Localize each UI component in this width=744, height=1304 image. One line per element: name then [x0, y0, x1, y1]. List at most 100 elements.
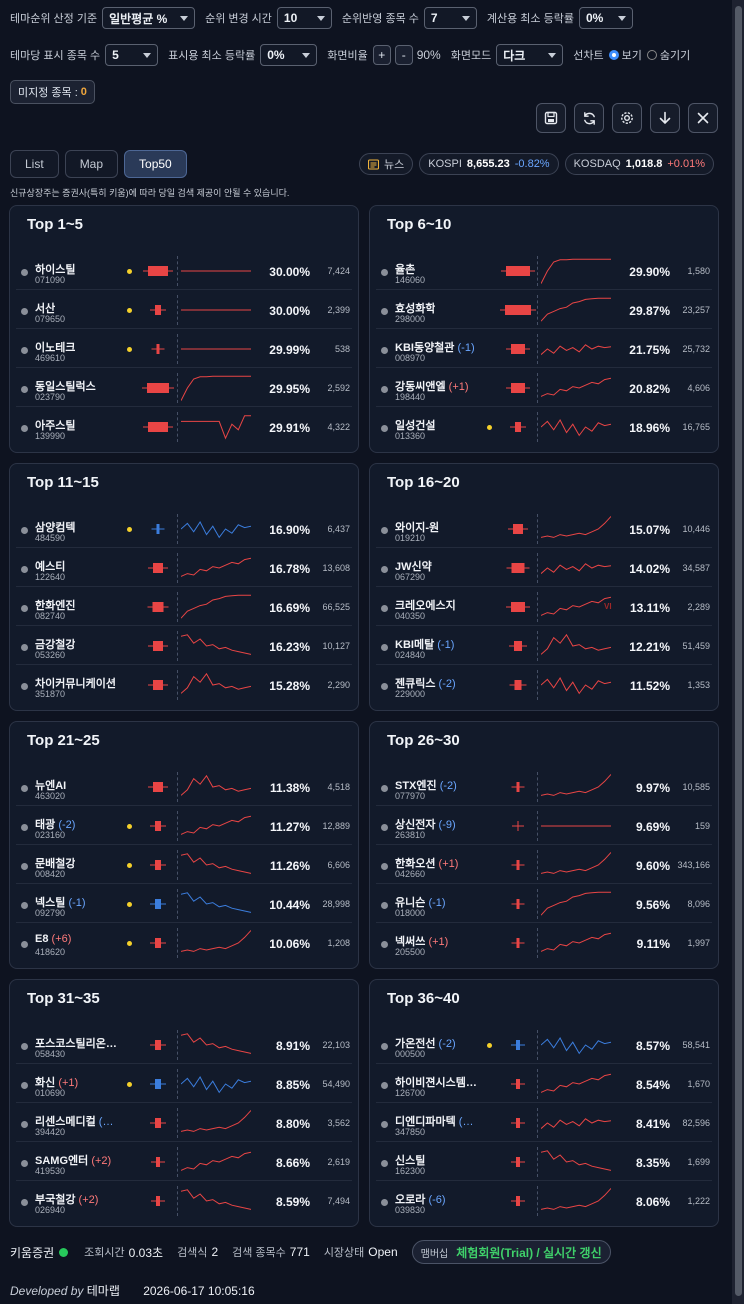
display-count-select[interactable]: 5: [105, 44, 159, 66]
stock-row[interactable]: 크레오에스지 040350 VI 13.11% 2,289: [376, 588, 712, 626]
stock-row[interactable]: JW신약 067290 14.02% 34,587: [376, 549, 712, 587]
market-status-value: Open: [368, 1245, 398, 1259]
news-button[interactable]: 뉴스: [359, 153, 414, 175]
tab-map[interactable]: Map: [64, 150, 119, 178]
stock-row[interactable]: 효성화학 298000 29.87% 23,257: [376, 291, 712, 329]
stock-row[interactable]: SAMG엔터 (+2) 419530 8.66% 2,619: [16, 1143, 352, 1181]
stock-row[interactable]: KBI메탈 (-1) 024840 12.21% 51,459: [376, 627, 712, 665]
scrollbar-thumb[interactable]: [735, 6, 742, 1296]
mode-select[interactable]: 다크: [496, 44, 564, 66]
download-button[interactable]: [650, 103, 680, 133]
linechart-hide-radio[interactable]: 숨기기: [646, 47, 690, 63]
rank-basis-select[interactable]: 일반평균 %: [102, 7, 196, 29]
trade-volume: 34,587: [682, 563, 710, 573]
stock-row[interactable]: 오로라 (-6) 039830 8.06% 1,222: [376, 1182, 712, 1220]
stock-row[interactable]: KBI동양철관 (-1) 008970 21.75% 25,732: [376, 330, 712, 368]
status-dot-icon: [381, 566, 388, 573]
chevron-down-icon: [316, 15, 325, 21]
stock-row[interactable]: STX엔진 (-2) 077970 9.97% 10,585: [376, 768, 712, 806]
stock-row[interactable]: 서산 079650 30.00% 2,399: [16, 291, 352, 329]
refresh-button[interactable]: [574, 103, 604, 133]
change-percent: 18.96%: [629, 421, 670, 435]
stock-row[interactable]: 삼양컴텍 484590 16.90% 6,437: [16, 510, 352, 548]
stock-row[interactable]: 금강철강 053260 16.23% 10,127: [16, 627, 352, 665]
linechart-show-radio[interactable]: 보기: [608, 47, 642, 63]
status-dot-icon: [21, 683, 28, 690]
zoom-minus-button[interactable]: -: [394, 45, 413, 65]
candle-icon: [506, 602, 530, 612]
stock-row[interactable]: 신스틸 162300 8.35% 1,699: [376, 1143, 712, 1181]
stock-row[interactable]: 뉴엔AI 463020 11.38% 4,518: [16, 768, 352, 806]
news-label: 뉴스: [384, 159, 405, 171]
stock-row[interactable]: 율촌 146060 29.90% 1,580: [376, 252, 712, 290]
vertical-scrollbar[interactable]: [732, 0, 744, 1304]
stock-row[interactable]: 태광 (-2) 023160 11.27% 12,889: [16, 807, 352, 845]
stock-code: 024840: [395, 650, 426, 660]
stock-row[interactable]: 포스코스틸리온… 058430 8.91% 22,103: [16, 1026, 352, 1064]
price-sparkline: [181, 930, 251, 952]
status-dot-icon: [21, 386, 28, 393]
status-dot-icon: [21, 605, 28, 612]
stock-row[interactable]: 한화엔진 082740 16.69% 66,525: [16, 588, 352, 626]
stocks-count-label: 검색 종목수: [232, 1247, 286, 1259]
stock-row[interactable]: 일성건설 013360 18.96% 16,765: [376, 408, 712, 446]
stock-row[interactable]: 가온전선 (-2) 000500 8.57% 58,541: [376, 1026, 712, 1064]
status-dot-icon: [381, 1199, 388, 1206]
stock-row[interactable]: 화신 (+1) 010690 8.85% 54,490: [16, 1065, 352, 1103]
settings-button[interactable]: [612, 103, 642, 133]
trade-volume: 1,699: [687, 1157, 710, 1167]
stock-row[interactable]: 강동씨앤엘 (+1) 198440 20.82% 4,606: [376, 369, 712, 407]
candle-icon: [506, 383, 530, 393]
stock-row[interactable]: 유니슨 (-1) 018000 9.56% 8,096: [376, 885, 712, 923]
trade-volume: 4,606: [687, 383, 710, 393]
min-rise-display-select[interactable]: 0%: [260, 44, 318, 66]
rank-stock-count-select[interactable]: 7: [423, 7, 477, 29]
divider: [537, 811, 538, 841]
stock-row[interactable]: 예스티 122640 16.78% 13,608: [16, 549, 352, 587]
save-button[interactable]: [536, 103, 566, 133]
stock-row[interactable]: 리센스메디컬 (… 394420 8.80% 3,562: [16, 1104, 352, 1142]
linechart-show-label: 보기: [621, 50, 642, 62]
rank-change-time-select[interactable]: 10: [276, 7, 332, 29]
stock-row[interactable]: 상신전자 (-9) 263810 9.69% 159: [376, 807, 712, 845]
tab-list[interactable]: List: [10, 150, 59, 178]
price-sparkline: [181, 853, 251, 874]
stock-row[interactable]: 디엔디파마텍 (… 347850 8.41% 82,596: [376, 1104, 712, 1142]
stock-row[interactable]: 문배철강 008420 11.26% 6,606: [16, 846, 352, 884]
min-rise-calc-select[interactable]: 0%: [578, 7, 633, 29]
stock-row[interactable]: 이노테크 469610 29.99% 538: [16, 330, 352, 368]
stock-row[interactable]: 부국철강 (+2) 026940 8.59% 7,494: [16, 1182, 352, 1220]
divider: [537, 1069, 538, 1099]
status-dot-icon: [21, 1160, 28, 1167]
price-sparkline: [541, 563, 611, 574]
stock-row[interactable]: 아주스틸 139990 29.91% 4,322: [16, 408, 352, 446]
stock-row[interactable]: 와이지-원 019210 15.07% 10,446: [376, 510, 712, 548]
candle-icon: [151, 344, 165, 354]
candle-icon: [150, 1040, 166, 1050]
candle-icon: [151, 524, 165, 534]
change-percent: 10.44%: [269, 898, 310, 912]
divider: [537, 295, 538, 325]
stock-row[interactable]: 하이비젼시스템… 126700 8.54% 1,670: [376, 1065, 712, 1103]
tab-top50[interactable]: Top50: [124, 150, 187, 178]
stock-row[interactable]: 하이스틸 071090 30.00% 7,424: [16, 252, 352, 290]
stock-row[interactable]: 넥스틸 (-1) 092790 10.44% 28,998: [16, 885, 352, 923]
stock-row[interactable]: 넥써쓰 (+1) 205500 9.11% 1,997: [376, 924, 712, 962]
stock-row[interactable]: E8 (+6) 418620 10.06% 1,208: [16, 924, 352, 962]
close-button[interactable]: [688, 103, 718, 133]
stock-row[interactable]: 차이커뮤니케이션 351870 15.28% 2,290: [16, 666, 352, 704]
alert-dot-icon: [487, 1043, 492, 1048]
status-dot-icon: [21, 785, 28, 792]
divider: [177, 334, 178, 364]
trade-volume: 3,562: [327, 1118, 350, 1128]
stock-row[interactable]: 동일스틸럭스 023790 29.95% 2,592: [16, 369, 352, 407]
change-percent: 15.07%: [629, 523, 670, 537]
rank-change: (-6): [428, 1194, 446, 1206]
display-count-value: 5: [112, 48, 119, 62]
zoom-plus-button[interactable]: +: [372, 45, 391, 65]
divider: [537, 889, 538, 919]
unassigned-stocks-button[interactable]: 미지정 종목 :0: [10, 80, 95, 104]
stock-row[interactable]: 젠큐릭스 (-2) 229000 11.52% 1,353: [376, 666, 712, 704]
status-dot-icon: [381, 785, 388, 792]
stock-row[interactable]: 한화오션 (+1) 042660 9.60% 343,166: [376, 846, 712, 884]
